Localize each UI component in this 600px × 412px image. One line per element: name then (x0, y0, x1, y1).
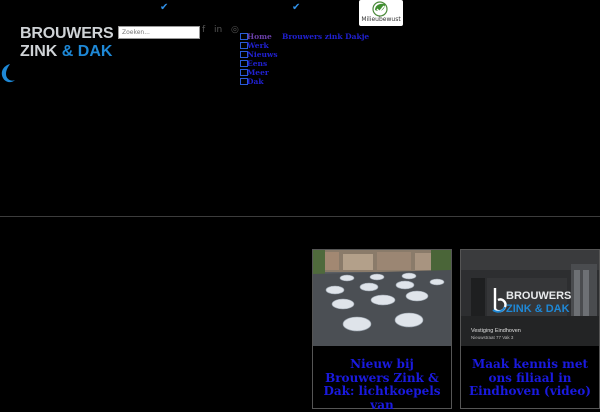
logo-amp: & (61, 43, 74, 60)
nav-item-eens[interactable]: Eens (240, 59, 278, 68)
roof-skylights-image (313, 250, 451, 346)
card-image-roof (313, 250, 451, 346)
leaf-check-icon (372, 1, 388, 17)
news-card-lichtkoepels[interactable]: Nieuw bij Brouwers Zink & Dak: lichtkoep… (312, 249, 452, 412)
instagram-icon[interactable]: ◎ (231, 25, 239, 35)
logo-text-brouwers: BROUWERS (20, 25, 114, 42)
main-nav: Home Werk Nieuws Eens Meer Dak (240, 32, 278, 86)
check-icon: ✔ (292, 2, 301, 13)
image-caption-line1: Vestiging Eindhoven (471, 328, 521, 334)
image-logo-line2: ZINK & DAK (506, 303, 570, 315)
nav-item-meer[interactable]: Meer (240, 68, 278, 77)
logo-mark-icon (492, 288, 507, 313)
nav-item-dak[interactable]: Dak (240, 77, 278, 86)
nav-item-nieuws[interactable]: Nieuws (240, 50, 278, 59)
badge-label: Milieubewust (361, 16, 401, 23)
nav-item-werk[interactable]: Werk (240, 41, 278, 50)
image-caption-line2: Nieuwstraat 77 Vak 3 (471, 335, 514, 340)
facebook-icon[interactable]: f (202, 25, 205, 35)
card-title[interactable]: Nieuw bij Brouwers Zink & Dak: lichtkoep… (319, 357, 445, 412)
search-input[interactable] (118, 26, 200, 39)
logo-mark-icon (1, 64, 15, 83)
news-card-eindhoven[interactable]: BROUWERS ZINK & DAK Vestiging Eindhoven … (460, 249, 600, 409)
logo-zink: ZINK (20, 43, 58, 60)
logo-text-zink-dak: ZINK & DAK (20, 43, 112, 61)
logo-dak: DAK (77, 43, 113, 60)
nav-item-extra[interactable]: Brouwers zink Dakje (282, 32, 369, 41)
linkedin-icon[interactable]: in (214, 25, 222, 35)
image-logo-line1: BROUWERS (506, 290, 572, 302)
check-icon: ✔ (160, 2, 169, 13)
card-image-warehouse: BROUWERS ZINK & DAK Vestiging Eindhoven … (461, 250, 599, 346)
header-divider (0, 216, 600, 217)
nav-item-home[interactable]: Home (240, 32, 278, 41)
card-title[interactable]: Maak kennis met ons filiaal in Eindhoven… (467, 357, 593, 399)
